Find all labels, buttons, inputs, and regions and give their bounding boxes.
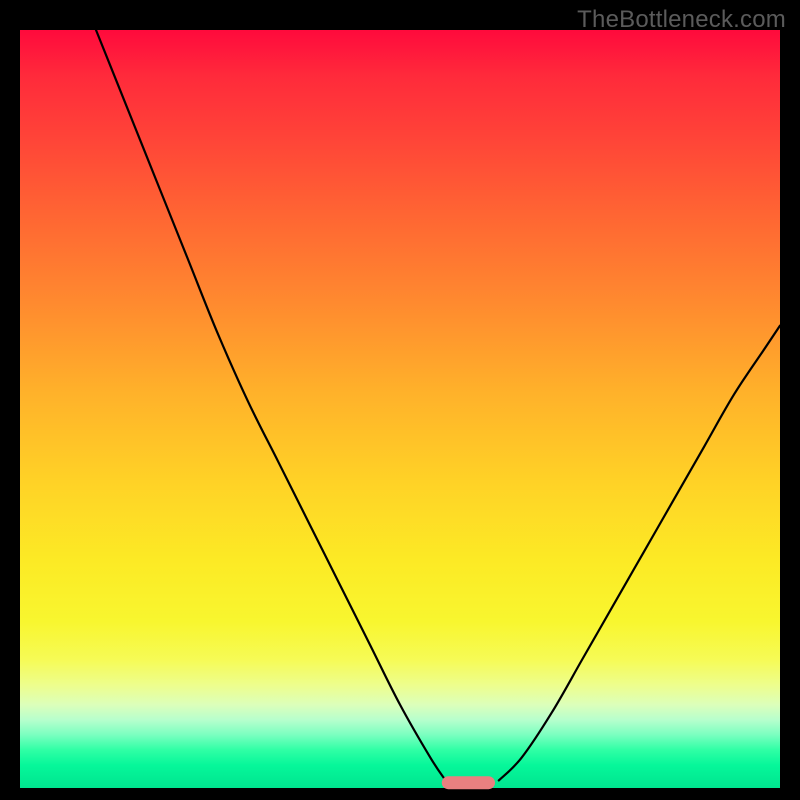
plot-area (20, 30, 780, 788)
plot-svg (20, 30, 780, 788)
optimal-marker (442, 776, 495, 789)
chart-frame: TheBottleneck.com (0, 0, 800, 800)
bottleneck-curve-right (499, 326, 780, 781)
bottleneck-curve-left (96, 30, 446, 780)
